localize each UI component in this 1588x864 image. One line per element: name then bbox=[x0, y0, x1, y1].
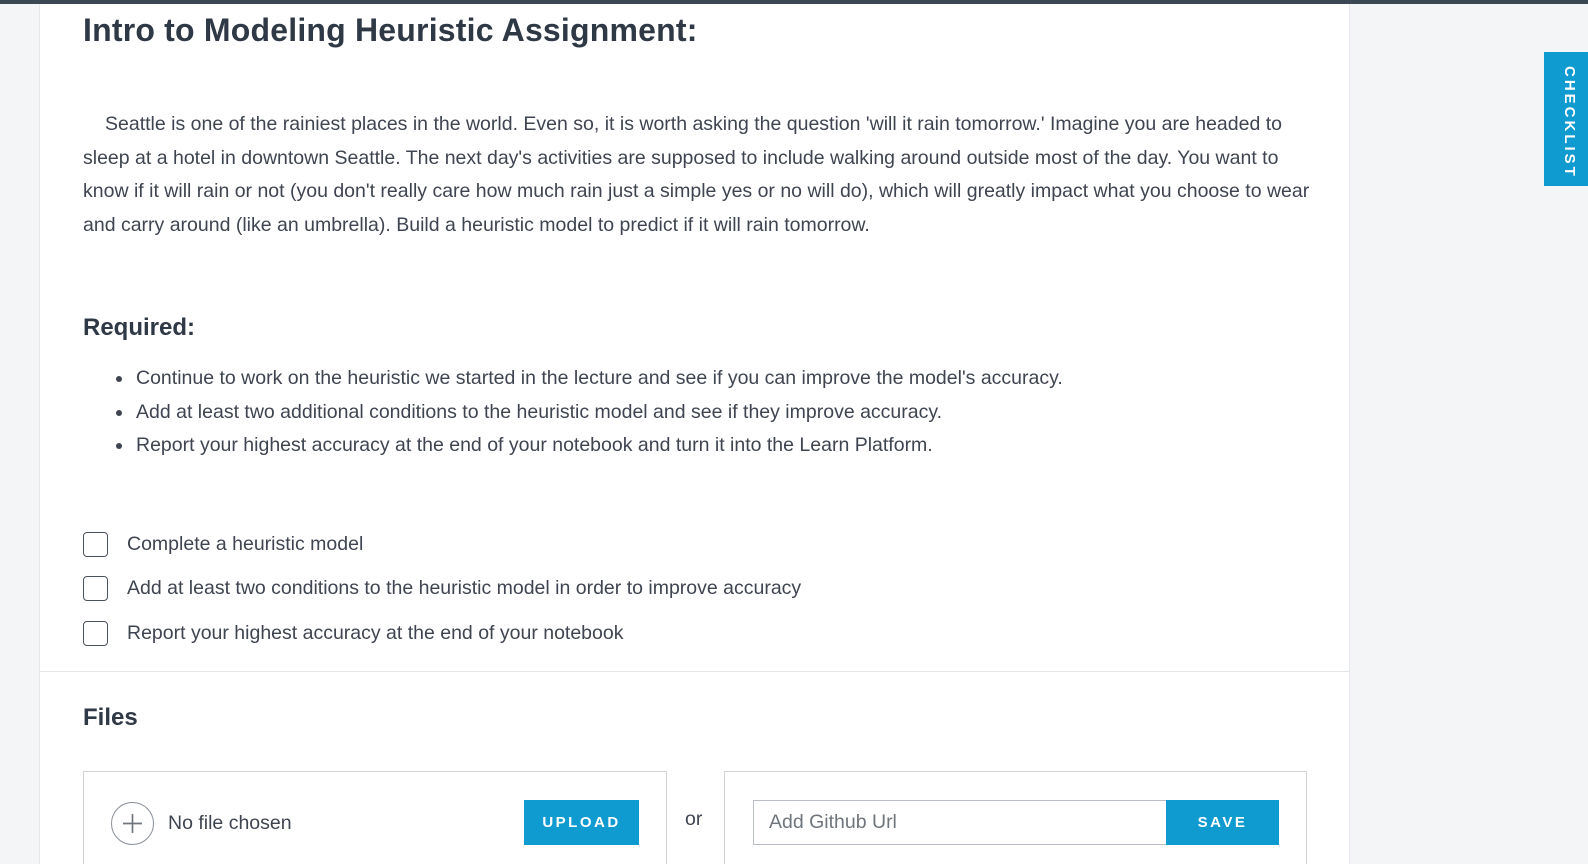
plus-circle-icon[interactable] bbox=[111, 802, 154, 845]
checklist-item-complete-model[interactable]: Complete a heuristic model bbox=[83, 522, 801, 567]
github-url-panel: SAVE bbox=[724, 771, 1307, 864]
required-heading: Required: bbox=[83, 314, 196, 341]
upload-button[interactable]: UPLOAD bbox=[524, 800, 639, 845]
required-list: Continue to work on the heuristic we sta… bbox=[83, 362, 1283, 463]
checklist-tab-label: CHECKLIST bbox=[1561, 66, 1578, 179]
list-item: Report your highest accuracy at the end … bbox=[83, 429, 1283, 463]
list-item: Add at least two additional conditions t… bbox=[83, 396, 1283, 430]
bullet-icon bbox=[116, 443, 122, 449]
checklist-item-label: Complete a heuristic model bbox=[127, 532, 364, 555]
github-url-input[interactable] bbox=[753, 800, 1167, 845]
checkbox[interactable] bbox=[83, 620, 108, 646]
checklist-item-label: Report your highest accuracy at the end … bbox=[127, 621, 624, 644]
bullet-icon bbox=[116, 409, 122, 416]
task-checklist: Complete a heuristic model Add at least … bbox=[83, 522, 801, 656]
file-upload-panel: No file chosen UPLOAD bbox=[83, 771, 667, 864]
plus-icon bbox=[123, 814, 142, 833]
assignment-intro: Seattle is one of the rainiest places in… bbox=[83, 108, 1323, 242]
checklist-item-report-accuracy[interactable]: Report your highest accuracy at the end … bbox=[83, 611, 801, 656]
save-button[interactable]: SAVE bbox=[1166, 800, 1279, 845]
section-divider bbox=[40, 671, 1349, 672]
files-heading: Files bbox=[83, 704, 138, 731]
checklist-side-tab[interactable]: CHECKLIST bbox=[1544, 52, 1588, 186]
file-status-text: No file chosen bbox=[168, 812, 292, 834]
checkbox[interactable] bbox=[83, 531, 108, 557]
checklist-item-add-conditions[interactable]: Add at least two conditions to the heuri… bbox=[83, 567, 801, 612]
or-separator: or bbox=[685, 808, 703, 830]
bullet-icon bbox=[116, 376, 122, 382]
intro-text: Seattle is one of the rainiest places in… bbox=[83, 113, 1310, 236]
checklist-item-label: Add at least two conditions to the heuri… bbox=[127, 577, 802, 600]
page-title: Intro to Modeling Heuristic Assignment: bbox=[83, 12, 698, 48]
assignment-card: Intro to Modeling Heuristic Assignment: … bbox=[39, 4, 1350, 864]
checkbox[interactable] bbox=[83, 576, 108, 602]
list-item: Continue to work on the heuristic we sta… bbox=[83, 362, 1283, 396]
